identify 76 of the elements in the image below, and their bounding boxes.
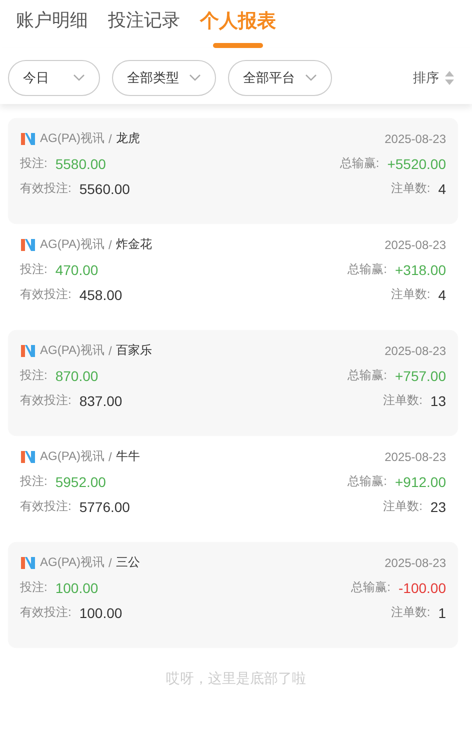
platform-name: AG(PA)视讯 xyxy=(40,448,104,465)
bet-amount: 870.00 xyxy=(55,368,98,384)
bet-amount: 100.00 xyxy=(55,580,98,596)
bet-amount: 5952.00 xyxy=(55,474,106,490)
bet-label: 投注: xyxy=(20,579,48,596)
chevron-down-icon xyxy=(189,74,201,82)
bet-count: 13 xyxy=(430,392,446,408)
game-name: 牛牛 xyxy=(116,448,140,465)
bet-count: 4 xyxy=(438,286,446,302)
bet-count: 4 xyxy=(438,180,446,196)
game-name: 百家乐 xyxy=(116,342,152,359)
valid-bet-amount: 5776.00 xyxy=(79,498,130,514)
bet-label: 投注: xyxy=(20,261,48,278)
separator: / xyxy=(108,344,112,358)
bet-amount: 5580.00 xyxy=(55,156,106,172)
bet-count: 23 xyxy=(430,498,446,514)
valid-bet-amount: 837.00 xyxy=(79,392,122,408)
profit-amount: +757.00 xyxy=(395,368,446,384)
chevron-down-icon xyxy=(73,74,85,82)
logo-icon xyxy=(20,554,36,570)
chevron-down-icon xyxy=(305,74,317,82)
profit-label: 总输赢: xyxy=(348,473,387,490)
tab[interactable]: 投注记录 xyxy=(108,4,180,44)
valid-bet-label: 有效投注: xyxy=(20,180,72,197)
game-name: 炸金花 xyxy=(116,236,152,253)
bet-count-label: 注单数: xyxy=(383,498,422,515)
bet-amount: 470.00 xyxy=(55,262,98,278)
record-date: 2025-08-23 xyxy=(384,450,446,464)
platform-name: AG(PA)视讯 xyxy=(40,130,104,147)
logo-icon xyxy=(20,448,36,464)
valid-bet-label: 有效投注: xyxy=(20,498,72,515)
record-date: 2025-08-23 xyxy=(384,556,446,570)
game-name: 龙虎 xyxy=(116,130,140,147)
valid-bet-label: 有效投注: xyxy=(20,286,72,303)
filter-dropdown[interactable]: 全部平台 xyxy=(228,60,332,96)
platform-name: AG(PA)视讯 xyxy=(40,236,104,253)
profit-label: 总输赢: xyxy=(348,367,387,384)
bet-count-label: 注单数: xyxy=(390,180,430,197)
profit-label: 总输赢: xyxy=(348,261,387,278)
bet-label: 投注: xyxy=(20,473,48,490)
valid-bet-amount: 5560.00 xyxy=(79,180,130,196)
bet-count: 1 xyxy=(438,604,446,620)
profit-amount: +318.00 xyxy=(395,262,446,278)
filter-dropdown[interactable]: 今日 xyxy=(8,60,100,96)
filter-dropdown[interactable]: 全部类型 xyxy=(112,60,216,96)
profit-amount: -100.00 xyxy=(398,580,446,596)
bet-label: 投注: xyxy=(20,155,48,172)
record-date: 2025-08-23 xyxy=(384,238,446,252)
game-name: 三公 xyxy=(116,554,140,571)
profit-amount: +5520.00 xyxy=(387,156,446,172)
tab[interactable]: 账户明细 xyxy=(16,4,88,44)
logo-icon xyxy=(20,342,36,358)
profit-label: 总输赢: xyxy=(340,155,380,172)
logo-icon xyxy=(20,130,36,146)
valid-bet-label: 有效投注: xyxy=(20,604,72,621)
record-date: 2025-08-23 xyxy=(384,132,446,146)
valid-bet-amount: 100.00 xyxy=(79,604,122,620)
separator: / xyxy=(108,450,112,464)
valid-bet-amount: 458.00 xyxy=(79,286,122,302)
bet-label: 投注: xyxy=(20,367,48,384)
valid-bet-label: 有效投注: xyxy=(20,392,72,409)
bet-count-label: 注单数: xyxy=(390,286,430,303)
bet-count-label: 注单数: xyxy=(383,392,422,409)
bet-count-label: 注单数: xyxy=(390,604,430,621)
active-tab-indicator xyxy=(213,43,263,48)
logo-icon xyxy=(20,236,36,252)
sort-button[interactable]: 排序 xyxy=(413,69,464,87)
separator: / xyxy=(108,556,112,570)
platform-name: AG(PA)视讯 xyxy=(40,342,104,359)
sort-icon xyxy=(445,71,454,85)
profit-label: 总输赢: xyxy=(351,579,391,596)
separator: / xyxy=(108,238,112,252)
separator: / xyxy=(108,132,112,146)
platform-name: AG(PA)视讯 xyxy=(40,554,104,571)
profit-amount: +912.00 xyxy=(395,474,446,490)
record-date: 2025-08-23 xyxy=(384,344,446,358)
